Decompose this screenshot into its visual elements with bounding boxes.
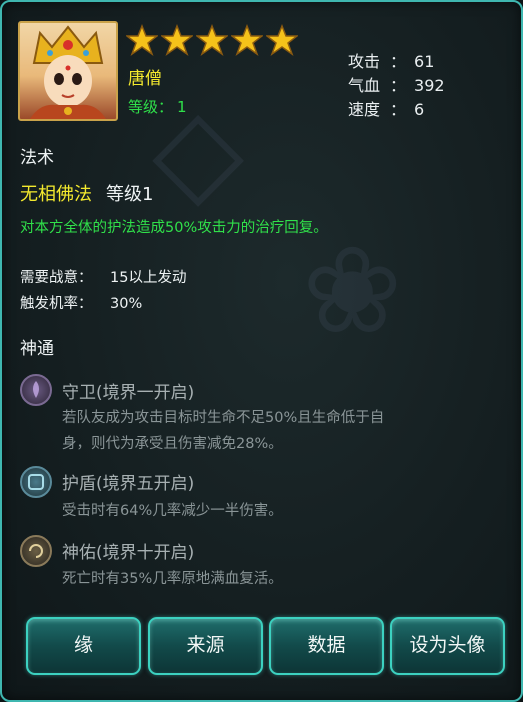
divine-desc-line: 受击时有64%几率减少一半伤害。: [62, 503, 283, 519]
set-avatar-button[interactable]: 设为头像: [390, 617, 505, 675]
star-icon: [161, 24, 193, 56]
star-icon: [231, 24, 263, 56]
spell-header: 无相佛法 等级1: [20, 180, 153, 206]
star-icon: [196, 24, 228, 56]
requirement-label: 需要战意：: [20, 270, 93, 286]
divine-desc-line: 身，则代为承受且伤害减免28%。: [62, 436, 283, 452]
stat-attack: 攻击 ： 61: [348, 48, 434, 72]
divine-desc-line: 死亡时有35%几率原地满血复活。: [62, 571, 283, 587]
character-portrait: [18, 21, 118, 121]
stat-colon: ：: [390, 100, 407, 119]
level-label: 等级：: [128, 98, 174, 116]
stat-value: 392: [414, 76, 445, 95]
background-pattern: ❀: [302, 222, 403, 361]
spell-requirement: 需要战意： 15以上发动: [20, 266, 186, 287]
character-level: 等级： 1: [128, 96, 187, 117]
star-rating: [126, 24, 298, 58]
divine-section-title: 神通: [20, 339, 54, 359]
trigger-label: 触发机率：: [20, 296, 93, 312]
star-icon: [126, 24, 158, 56]
level-value: 1: [177, 98, 187, 116]
divine-title-blessing: 神佑(境界十开启): [62, 543, 195, 563]
spell-trigger-rate: 触发机率： 30%: [20, 292, 142, 313]
stat-hp: 气血 ： 392: [348, 72, 445, 96]
trigger-value: 30%: [110, 296, 143, 312]
stat-colon: ：: [390, 52, 407, 71]
stat-label: 气血: [348, 76, 381, 95]
data-button[interactable]: 数据: [269, 617, 384, 675]
shield-icon: [20, 466, 52, 498]
divine-title-shield: 护盾(境界五开启): [62, 474, 195, 494]
fate-button[interactable]: 缘: [26, 617, 141, 675]
divine-title-guard: 守卫(境界一开启): [62, 383, 195, 403]
stat-colon: ：: [390, 76, 407, 95]
spell-level: 等级1: [106, 184, 154, 205]
stat-value: 6: [414, 100, 425, 119]
spell-name: 无相佛法: [20, 184, 92, 205]
divine-desc-guard: 若队友成为攻击目标时生命不足50%且生命低于自 身，则代为承受且伤害减免28%。: [62, 405, 502, 457]
stat-value: 61: [414, 52, 435, 71]
guard-icon: [20, 374, 52, 406]
divine-desc-shield: 受击时有64%几率减少一半伤害。: [62, 498, 502, 524]
stat-label: 速度: [348, 100, 381, 119]
character-name: 唐僧: [128, 69, 162, 89]
requirement-value: 15以上发动: [110, 270, 187, 286]
portrait-art: [30, 25, 106, 119]
stat-speed: 速度 ： 6: [348, 96, 424, 120]
spell-section-title: 法术: [20, 148, 54, 168]
stat-label: 攻击: [348, 52, 381, 71]
source-button[interactable]: 来源: [148, 617, 263, 675]
blessing-icon: [20, 535, 52, 567]
character-detail-panel: ◇ ❀ 唐僧 等级： 1 攻击： 61 气血： 392 速度： 6 法术 无相佛…: [0, 0, 523, 702]
divine-desc-line: 若队友成为攻击目标时生命不足50%且生命低于自: [62, 410, 385, 426]
star-icon: [266, 24, 298, 56]
divine-desc-blessing: 死亡时有35%几率原地满血复活。: [62, 566, 502, 592]
spell-description: 对本方全体的护法造成50%攻击力的治疗回复。: [20, 220, 328, 236]
